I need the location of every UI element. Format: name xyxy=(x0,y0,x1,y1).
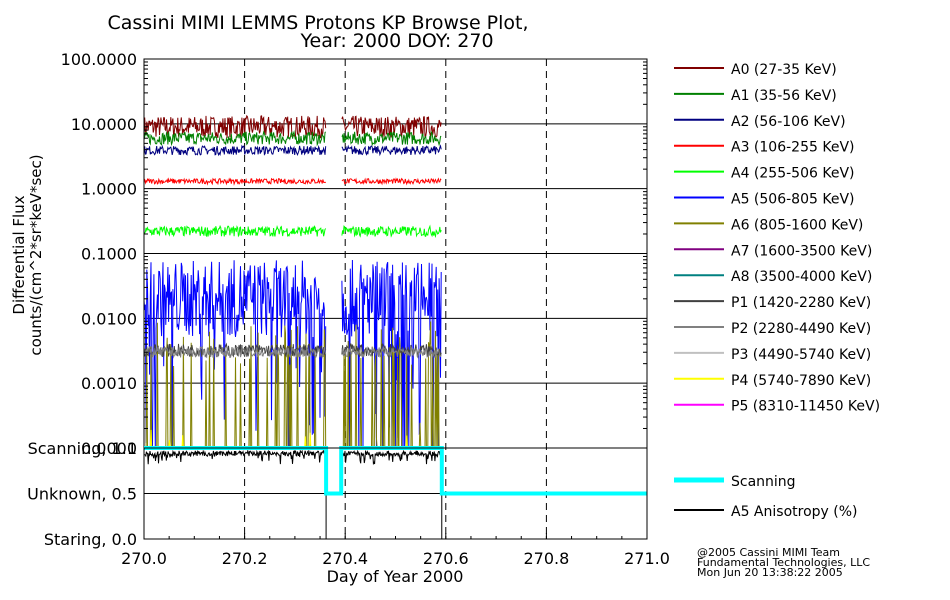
legend-label: A1 (35-56 KeV) xyxy=(731,88,837,104)
flux-series-line xyxy=(143,224,442,239)
x-tick-label: 270.0 xyxy=(121,549,167,568)
x-ticks: 270.0 270.2 270.4 270.6 270.8 271.0 xyxy=(121,533,670,568)
legend-label: A5 (506-805 KeV) xyxy=(731,192,854,208)
x-tick-label: 270.4 xyxy=(322,549,368,568)
legend-label: A0 (27-35 KeV) xyxy=(731,62,837,78)
flux-y-tick-label: 100.0000 xyxy=(61,50,137,69)
footer-timestamp: Mon Jun 20 13:38:22 2005 xyxy=(697,566,843,579)
legend-label: A6 (805-1600 KeV) xyxy=(731,217,863,233)
flux-y-tick-label: 1.0000 xyxy=(81,180,137,199)
chart-title-line-2: Year: 2000 DOY: 270 xyxy=(299,30,493,52)
mode-y-tick-label: Unknown, 0.5 xyxy=(27,485,137,504)
browse-plot: Cassini MIMI LEMMS Protons KP Browse Plo… xyxy=(10,12,880,586)
legend-label: A3 (106-255 KeV) xyxy=(731,140,854,156)
legend-label: P1 (1420-2280 KeV) xyxy=(731,295,871,311)
flux-y-tick-label: 0.1000 xyxy=(81,245,137,264)
legend-label: Scanning xyxy=(731,474,796,490)
legend-label: P3 (4490-5740 KeV) xyxy=(731,347,871,363)
legend-label: A7 (1600-3500 KeV) xyxy=(731,243,872,259)
anisotropy-line xyxy=(144,449,442,466)
legend-label: A2 (56-106 KeV) xyxy=(731,114,846,130)
legend-label: A8 (3500-4000 KeV) xyxy=(731,269,872,285)
mode-panel: Scanning, 1.0 Unknown, 0.5 Staring, 0.0 27… xyxy=(27,439,670,568)
mode-legend: Scanning A5 Anisotropy (%) xyxy=(674,474,858,520)
legend-label: P5 (8310-11450 KeV) xyxy=(731,399,880,415)
x-tick-label: 270.6 xyxy=(423,549,469,568)
legend-label: P4 (5740-7890 KeV) xyxy=(731,373,871,389)
flux-y-tick-label: 0.0100 xyxy=(81,309,137,328)
flux-y-tick-label: 10.0000 xyxy=(71,115,137,134)
legend-label: A4 (255-506 KeV) xyxy=(731,166,854,182)
flux-series-line xyxy=(143,130,442,147)
flux-series-line xyxy=(143,177,442,186)
flux-series-group xyxy=(143,114,442,449)
flux-series-line xyxy=(143,144,442,157)
legend-label: A5 Anisotropy (%) xyxy=(731,504,858,520)
flux-panel: 100.000010.00001.00000.10000.01000.00100… xyxy=(61,50,648,539)
mode-y-tick-label: Scanning, 1.0 xyxy=(28,439,137,458)
mode-y-tick-label: Staring, 0.0 xyxy=(44,530,137,549)
legend-label: P2 (2280-4490 KeV) xyxy=(731,321,871,337)
x-tick-label: 270.2 xyxy=(222,549,268,568)
mode-y-ticks: Scanning, 1.0 Unknown, 0.5 Staring, 0.0 xyxy=(27,439,137,549)
y-axis-label-line-2: counts/(cm^2*sr*keV*sec) xyxy=(27,154,45,355)
flux-y-tick-label: 0.0010 xyxy=(81,374,137,393)
x-axis-label: Day of Year 2000 xyxy=(327,567,464,586)
flux-legend: A0 (27-35 KeV) A1 (35-56 KeV) A2 (56-106 K… xyxy=(674,62,880,415)
x-tick-label: 270.8 xyxy=(523,549,569,568)
x-tick-label: 271.0 xyxy=(624,549,670,568)
y-axis-label-line-1: Differential Flux xyxy=(10,195,28,314)
